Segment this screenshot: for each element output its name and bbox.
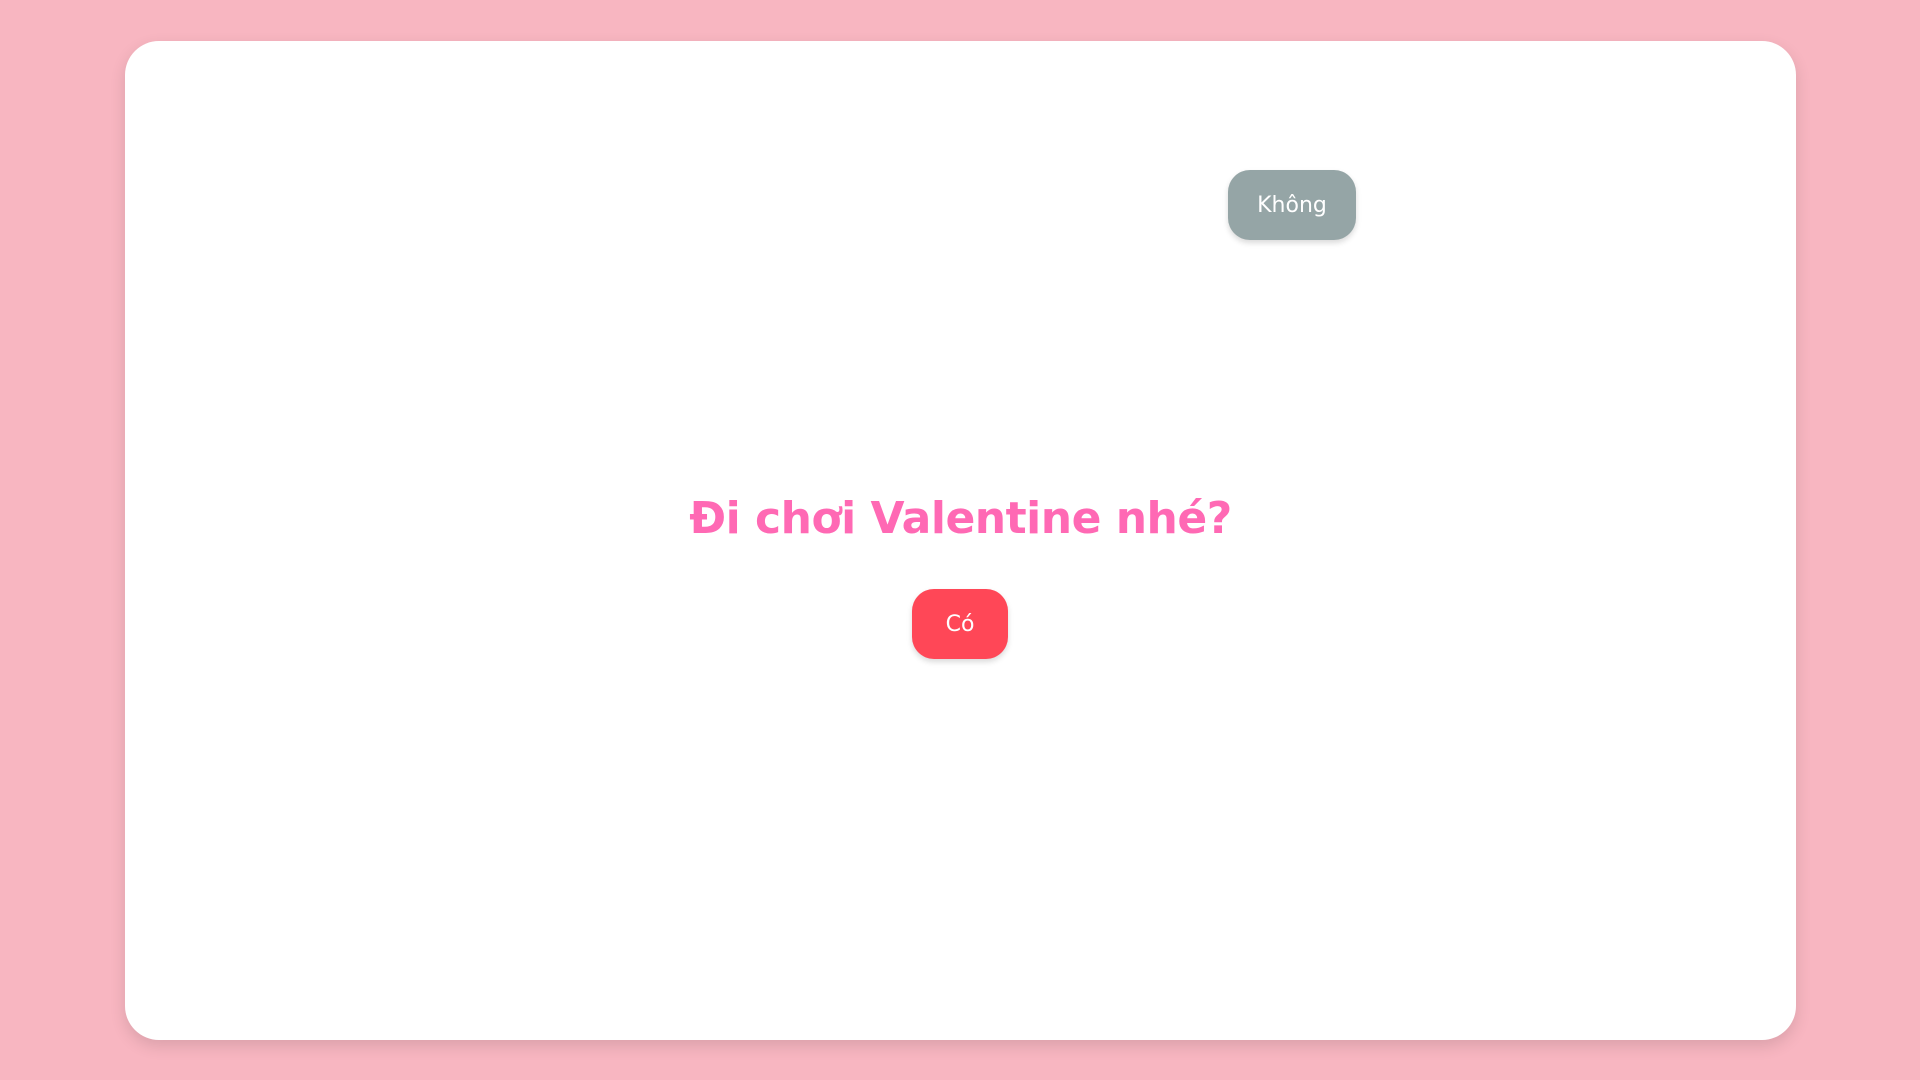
valentine-card: Không Đi chơi Valentine nhé? Có [125, 41, 1796, 1040]
no-button[interactable]: Không [1228, 170, 1356, 240]
yes-button[interactable]: Có [912, 589, 1008, 659]
question-heading: Đi chơi Valentine nhé? [689, 493, 1232, 544]
